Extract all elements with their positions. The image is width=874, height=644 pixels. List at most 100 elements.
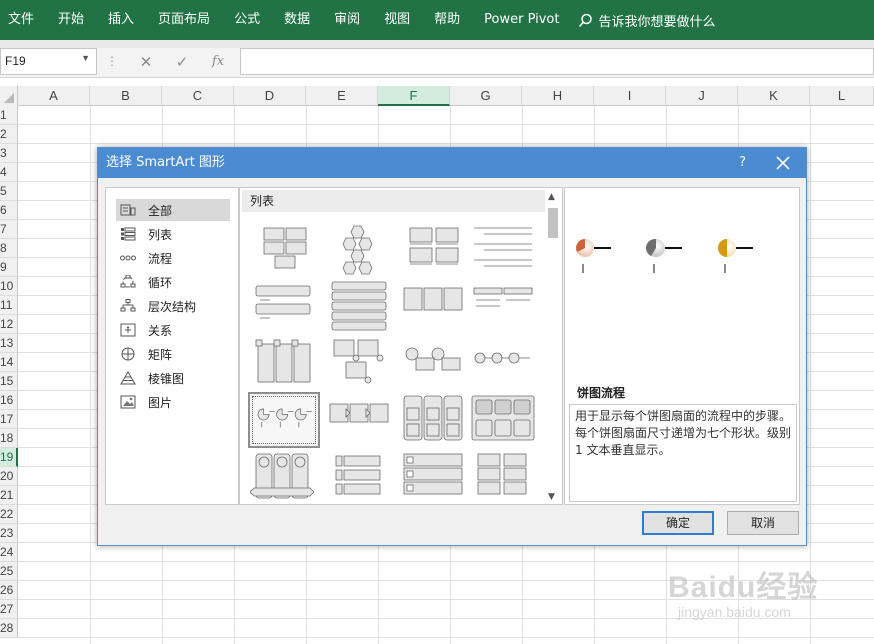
- more-icon[interactable]: ⋮: [106, 54, 118, 68]
- category-process[interactable]: 流程: [116, 247, 230, 269]
- row-header[interactable]: 12: [0, 315, 18, 334]
- layout-thumbnail[interactable]: [400, 280, 468, 332]
- category-picture[interactable]: 图片: [116, 391, 230, 413]
- formula-input[interactable]: [240, 48, 874, 75]
- row-header[interactable]: 17: [0, 410, 18, 429]
- tab-power-pivot[interactable]: Power Pivot: [472, 0, 571, 40]
- column-header[interactable]: C: [162, 86, 234, 106]
- column-header[interactable]: K: [738, 86, 810, 106]
- tab-data[interactable]: 数据: [272, 0, 322, 40]
- layout-thumbnail[interactable]: [250, 336, 318, 388]
- column-header[interactable]: H: [522, 86, 594, 106]
- layout-thumbnail[interactable]: [250, 280, 318, 332]
- insert-function-icon[interactable]: fx: [205, 51, 231, 73]
- layout-thumbnail[interactable]: [326, 280, 394, 332]
- column-header[interactable]: I: [594, 86, 666, 106]
- column-header[interactable]: E: [306, 86, 378, 106]
- category-matrix[interactable]: 矩阵: [116, 343, 230, 365]
- column-header[interactable]: G: [450, 86, 522, 106]
- layout-thumbnail[interactable]: [250, 224, 318, 276]
- layout-thumbnail[interactable]: [249, 452, 318, 504]
- row-header[interactable]: 11: [0, 296, 18, 315]
- row-header[interactable]: 9: [0, 258, 18, 277]
- cancel-entry-icon[interactable]: ✕: [133, 51, 159, 73]
- row-header[interactable]: 5: [0, 182, 18, 201]
- column-header[interactable]: A: [18, 86, 90, 106]
- layout-thumbnail-selected[interactable]: [248, 392, 320, 448]
- row-header[interactable]: 15: [0, 372, 18, 391]
- row-header[interactable]: 27: [0, 600, 18, 619]
- chevron-down-icon[interactable]: ▼: [81, 53, 90, 63]
- column-header[interactable]: D: [234, 86, 306, 106]
- layout-thumbnail[interactable]: [400, 224, 468, 276]
- layout-thumbnail[interactable]: [400, 452, 468, 504]
- close-icon[interactable]: [774, 154, 792, 172]
- row-header[interactable]: 7: [0, 220, 18, 239]
- category-pyramid[interactable]: 棱锥图: [116, 367, 230, 389]
- row-header[interactable]: 18: [0, 429, 18, 448]
- column-header-active[interactable]: F: [378, 86, 450, 106]
- row-header[interactable]: 3: [0, 144, 18, 163]
- column-header[interactable]: J: [666, 86, 738, 106]
- row-header[interactable]: 28: [0, 619, 18, 638]
- column-header[interactable]: B: [90, 86, 162, 106]
- category-hierarchy[interactable]: 层次结构: [116, 295, 230, 317]
- row-header[interactable]: 23: [0, 524, 18, 543]
- scroll-thumb[interactable]: [548, 208, 558, 238]
- name-box[interactable]: F19 ▼: [0, 48, 97, 75]
- select-all-corner[interactable]: [0, 86, 18, 106]
- row-header[interactable]: 2: [0, 125, 18, 144]
- cancel-button[interactable]: 取消: [727, 511, 799, 535]
- row-header[interactable]: 25: [0, 562, 18, 581]
- tell-me-box[interactable]: 告诉我你想要做什么: [578, 11, 716, 30]
- layout-thumbnail[interactable]: [470, 336, 538, 388]
- row-header[interactable]: 21: [0, 486, 18, 505]
- layout-thumbnail[interactable]: [326, 394, 394, 446]
- category-all[interactable]: 全部: [116, 199, 230, 221]
- ribbon-menu-bar: 文件 开始 插入 页面布局 公式 数据 审阅 视图 帮助 Power Pivot…: [0, 0, 874, 40]
- tab-formulas[interactable]: 公式: [222, 0, 272, 40]
- row-header[interactable]: 10: [0, 277, 18, 296]
- category-relationship[interactable]: 关系: [116, 319, 230, 341]
- tab-review[interactable]: 审阅: [322, 0, 372, 40]
- row-header[interactable]: 1: [0, 106, 18, 125]
- layout-thumbnail[interactable]: [470, 280, 538, 332]
- row-header[interactable]: 13: [0, 334, 18, 353]
- row-header-active[interactable]: 19: [0, 448, 18, 467]
- row-gridline: [18, 637, 874, 638]
- row-header[interactable]: 8: [0, 239, 18, 258]
- layout-thumbnail[interactable]: [470, 394, 538, 446]
- layout-thumbnail[interactable]: [326, 336, 394, 388]
- scroll-down-icon[interactable]: ▼: [548, 492, 555, 502]
- scroll-up-icon[interactable]: ▲: [548, 192, 555, 202]
- layout-thumbnail[interactable]: [400, 336, 468, 388]
- layout-thumbnail[interactable]: [470, 452, 538, 504]
- row-header[interactable]: 4: [0, 163, 18, 182]
- confirm-entry-icon[interactable]: ✓: [169, 51, 195, 73]
- column-header[interactable]: L: [810, 86, 874, 106]
- category-list-item[interactable]: 列表: [116, 223, 230, 245]
- tab-home[interactable]: 开始: [46, 0, 96, 40]
- row-header[interactable]: 20: [0, 467, 18, 486]
- layout-thumbnail[interactable]: [470, 224, 538, 276]
- tab-insert[interactable]: 插入: [96, 0, 146, 40]
- tab-page-layout[interactable]: 页面布局: [146, 0, 222, 40]
- row-header[interactable]: 26: [0, 581, 18, 600]
- help-button[interactable]: ?: [739, 148, 746, 178]
- tab-file[interactable]: 文件: [0, 0, 46, 40]
- dialog-title-bar[interactable]: 选择 SmartArt 图形: [98, 148, 806, 178]
- category-cycle[interactable]: 循环: [116, 271, 230, 293]
- tab-view[interactable]: 视图: [372, 0, 422, 40]
- row-header[interactable]: 16: [0, 391, 18, 410]
- ok-button[interactable]: 确定: [642, 511, 714, 535]
- layout-thumbnail[interactable]: [326, 452, 394, 504]
- row-header[interactable]: 14: [0, 353, 18, 372]
- row-header[interactable]: 22: [0, 505, 18, 524]
- row-header[interactable]: 6: [0, 201, 18, 220]
- tab-help[interactable]: 帮助: [422, 0, 472, 40]
- layout-thumbnail[interactable]: [326, 224, 394, 276]
- layout-thumbnail[interactable]: [400, 394, 468, 446]
- category-label: 循环: [148, 275, 173, 290]
- gallery-scrollbar[interactable]: ▲ ▼: [546, 192, 560, 502]
- row-header[interactable]: 24: [0, 543, 18, 562]
